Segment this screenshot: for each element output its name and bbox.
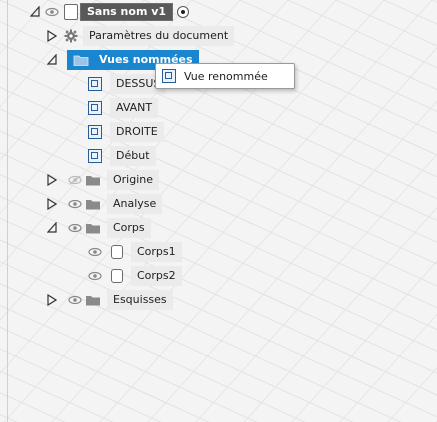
document-icon — [64, 4, 78, 20]
named-view-label: Début — [110, 146, 156, 166]
expand-down-icon[interactable] — [30, 2, 40, 22]
expand-right-icon[interactable] — [47, 170, 57, 190]
eye-icon[interactable] — [67, 290, 83, 310]
folder-icon — [85, 290, 101, 310]
eye-icon[interactable] — [67, 194, 83, 214]
expand-right-icon[interactable] — [47, 26, 57, 46]
eye-icon[interactable] — [44, 2, 60, 22]
body-icon — [111, 269, 123, 283]
named-view-icon — [88, 149, 102, 163]
named-view-item[interactable]: DROITE — [88, 122, 164, 142]
origin-label: Origine — [107, 170, 160, 190]
settings-label: Paramètres du document — [83, 26, 235, 46]
activate-radio[interactable] — [177, 6, 190, 18]
tree-root[interactable]: Sans nom v1 — [30, 2, 190, 22]
named-view-item[interactable]: Début — [88, 146, 156, 166]
body-label: Corps1 — [131, 242, 182, 262]
named-view-label: DROITE — [110, 122, 164, 142]
named-view-item[interactable]: AVANT — [88, 98, 159, 118]
expand-down-icon[interactable] — [47, 218, 57, 238]
body-item[interactable]: Corps1 — [87, 242, 182, 262]
tree-item-bodies[interactable]: Corps — [47, 218, 151, 238]
named-view-label: AVANT — [110, 98, 159, 118]
bodies-label: Corps — [107, 218, 151, 238]
named-view-icon — [162, 69, 176, 83]
folder-icon — [85, 194, 101, 214]
named-view-icon — [88, 101, 102, 115]
named-view-icon — [88, 77, 102, 91]
folder-icon — [85, 218, 101, 238]
eye-icon[interactable] — [87, 266, 103, 286]
tree-item-analysis[interactable]: Analyse — [47, 194, 163, 214]
tree-item-sketches[interactable]: Esquisses — [47, 290, 173, 310]
sketches-label: Esquisses — [107, 290, 173, 310]
body-item[interactable]: Corps2 — [87, 266, 182, 286]
panel-border — [7, 0, 8, 422]
eye-icon[interactable] — [67, 218, 83, 238]
folder-icon — [85, 170, 101, 190]
expand-right-icon[interactable] — [47, 290, 57, 310]
analysis-label: Analyse — [107, 194, 163, 214]
eye-icon[interactable] — [87, 242, 103, 262]
folder-icon — [73, 54, 89, 66]
popup-label: Vue renommée — [184, 69, 268, 83]
named-view-icon — [88, 125, 102, 139]
eye-hidden-icon[interactable] — [67, 170, 83, 190]
tree-item-settings[interactable]: Paramètres du document — [47, 26, 235, 46]
expand-right-icon[interactable] — [47, 194, 57, 214]
body-label: Corps2 — [131, 266, 182, 286]
named-view-popup[interactable]: Vue renommée — [155, 63, 295, 89]
gear-icon — [63, 26, 79, 46]
body-icon — [111, 245, 123, 259]
tree-item-origin[interactable]: Origine — [47, 170, 160, 190]
expand-down-icon[interactable] — [47, 50, 57, 70]
document-name[interactable]: Sans nom v1 — [80, 3, 174, 21]
